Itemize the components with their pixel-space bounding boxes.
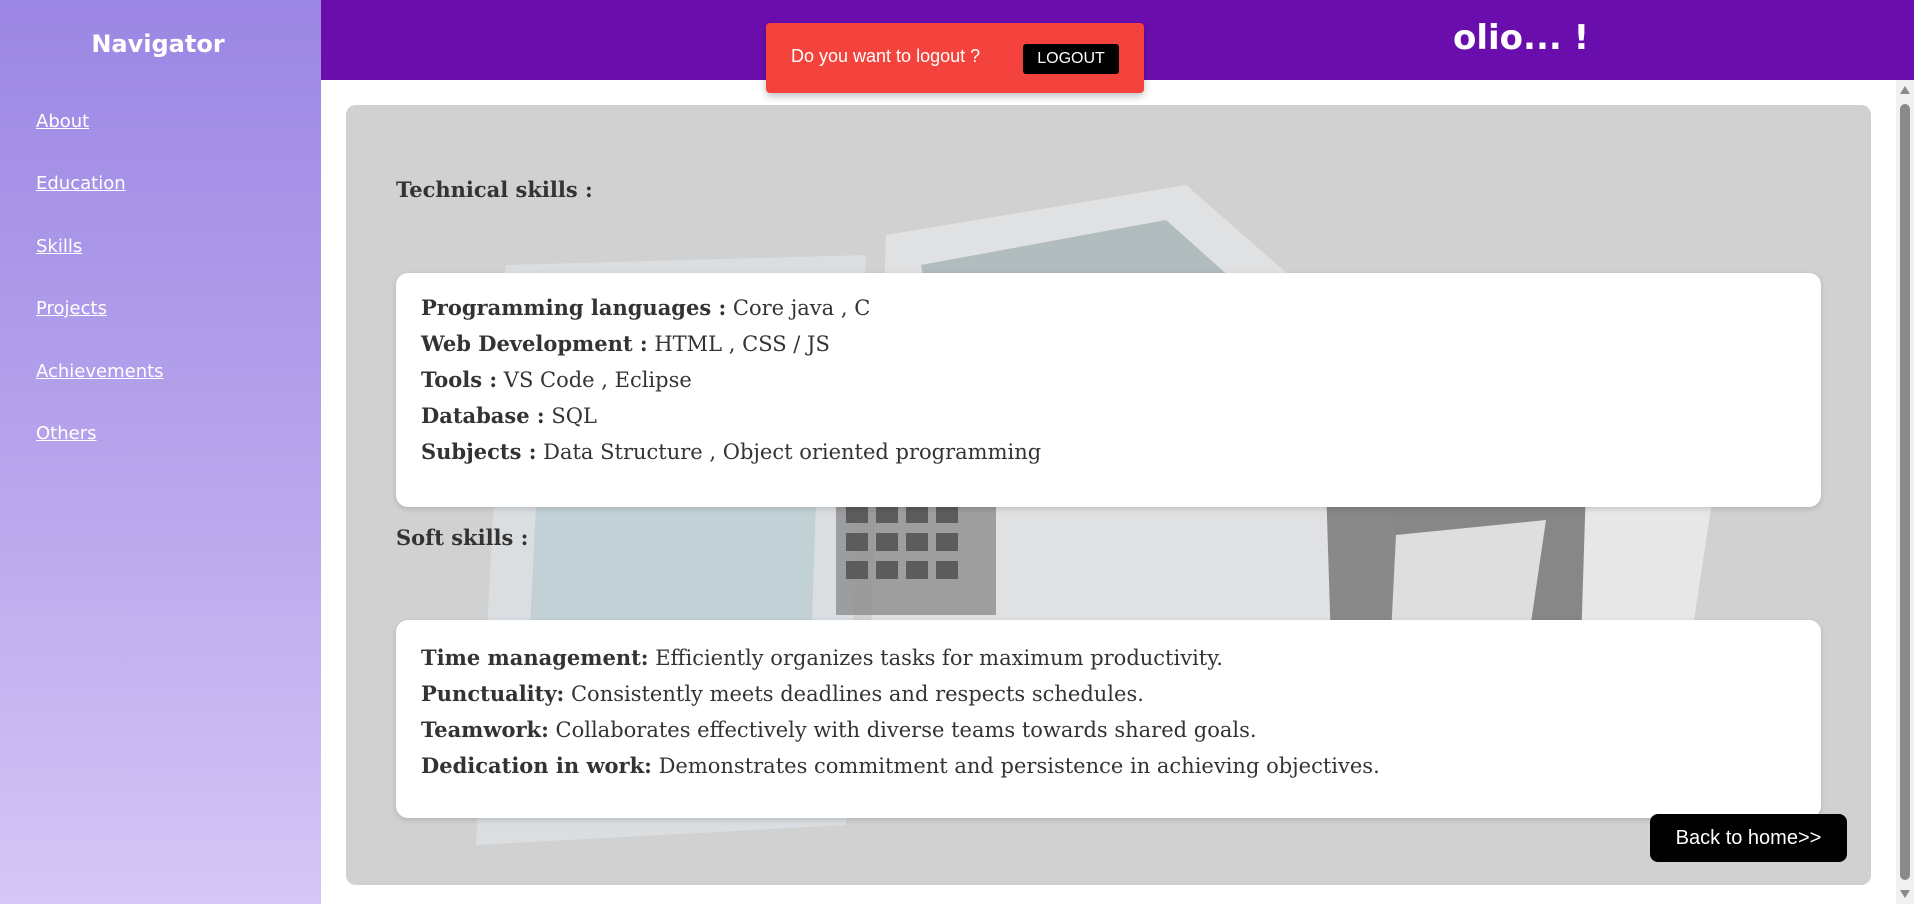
list-item: Dedication in work: Demonstrates commitm…: [421, 753, 1380, 778]
list-item: Teamwork: Collaborates effectively with …: [421, 717, 1257, 742]
scroll-down-icon[interactable]: [1900, 890, 1910, 898]
logout-toast: Do you want to logout ? LOGOUT: [766, 23, 1144, 93]
nav-link-achievements[interactable]: Achievements: [36, 361, 164, 382]
back-to-home-button[interactable]: Back to home>>: [1650, 814, 1847, 862]
nav-link-education[interactable]: Education: [36, 173, 126, 194]
technical-skills-heading: Technical skills :: [396, 177, 593, 202]
list-item: Time management: Efficiently organizes t…: [421, 645, 1223, 670]
soft-skills-heading: Soft skills :: [396, 525, 529, 550]
nav-link-about[interactable]: About: [36, 111, 89, 132]
sidebar-title: Navigator: [91, 30, 225, 58]
technical-skills-card: Programming languages : Core java , C We…: [396, 273, 1821, 507]
nav-link-skills[interactable]: Skills: [36, 236, 82, 257]
scroll-thumb[interactable]: [1900, 104, 1910, 880]
soft-skills-card: Time management: Efficiently organizes t…: [396, 620, 1821, 818]
toast-message: Do you want to logout ?: [791, 46, 981, 66]
skills-panel: Technical skills : Programming languages…: [346, 105, 1871, 885]
list-item: Punctuality: Consistently meets deadline…: [421, 681, 1144, 706]
list-item: Tools : VS Code , Eclipse: [421, 367, 692, 392]
sidebar: Navigator About Education Skills Project…: [0, 0, 321, 904]
page-title: olio... !: [1453, 18, 1590, 58]
list-item: Database : SQL: [421, 403, 597, 428]
list-item: Subjects : Data Structure , Object orien…: [421, 439, 1042, 464]
scrollbar[interactable]: [1896, 80, 1914, 904]
list-item: Web Development : HTML , CSS / JS: [421, 331, 830, 356]
scroll-up-icon[interactable]: [1900, 86, 1910, 94]
nav-link-projects[interactable]: Projects: [36, 298, 107, 319]
nav-link-others[interactable]: Others: [36, 423, 97, 444]
logout-button[interactable]: LOGOUT: [1023, 44, 1119, 74]
list-item: Programming languages : Core java , C: [421, 295, 871, 320]
